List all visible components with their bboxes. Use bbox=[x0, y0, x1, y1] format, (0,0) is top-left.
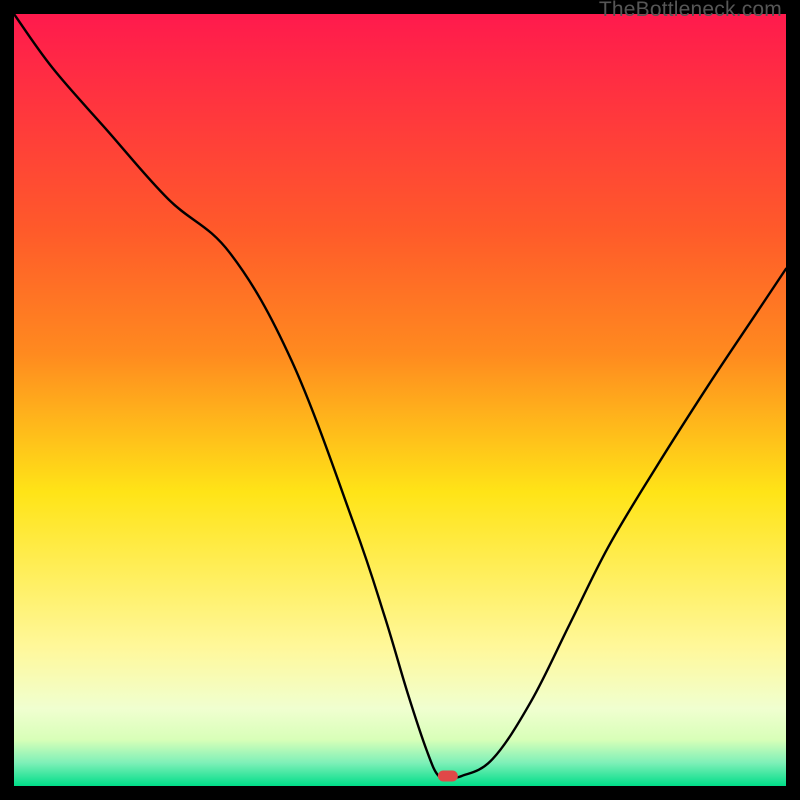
watermark-text: TheBottleneck.com bbox=[599, 0, 782, 22]
chart-frame: TheBottleneck.com bbox=[0, 0, 800, 800]
optimal-point-marker bbox=[438, 770, 458, 781]
chart-svg bbox=[14, 14, 786, 786]
plot-area bbox=[14, 14, 786, 786]
